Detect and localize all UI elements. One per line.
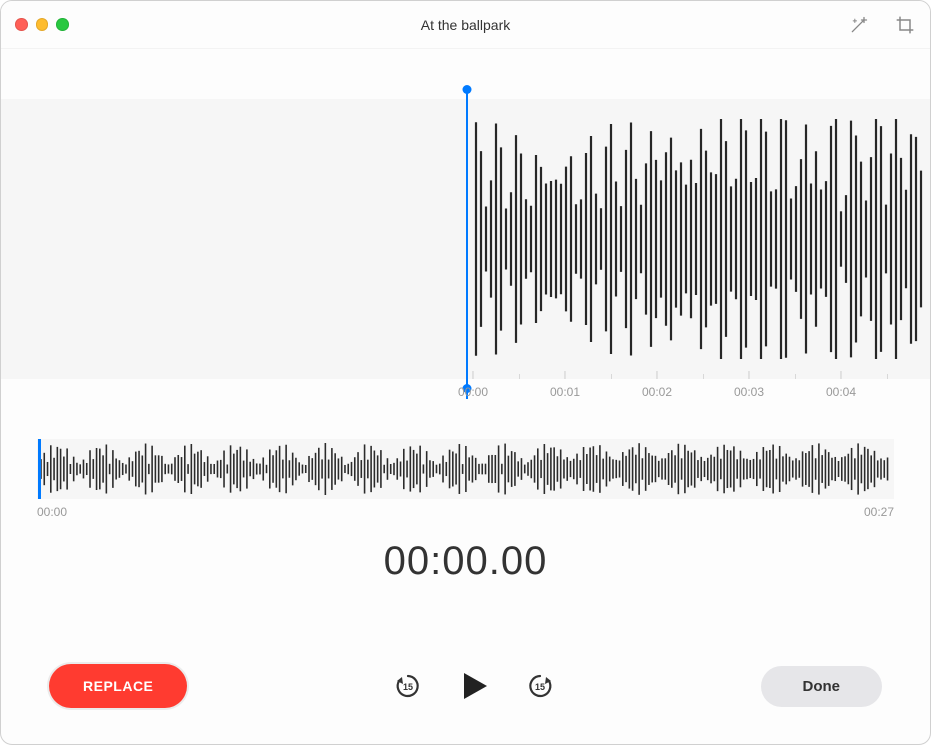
play-button[interactable] [457, 669, 491, 703]
timeline-ticks: 00:00 00:01 00:02 00:03 00:04 [1, 367, 930, 399]
tick-label: 00:04 [826, 385, 856, 399]
overview-strip: 00:00 00:27 [37, 439, 894, 519]
overview-waveform-svg [37, 439, 894, 499]
overview-start-time: 00:00 [37, 505, 67, 519]
done-button[interactable]: Done [761, 666, 883, 707]
minimize-window-button[interactable] [36, 18, 49, 31]
tick-label: 00:00 [458, 385, 488, 399]
svg-text:15: 15 [403, 682, 413, 692]
titlebar: At the ballpark [1, 1, 930, 49]
overview-times: 00:00 00:27 [37, 505, 894, 519]
close-window-button[interactable] [15, 18, 28, 31]
skip-forward-15-button[interactable]: 15 [525, 671, 555, 701]
enhance-recording-button[interactable] [848, 14, 870, 36]
tick-label: 00:01 [550, 385, 580, 399]
overview-playhead[interactable] [38, 439, 41, 499]
trim-button[interactable] [894, 14, 916, 36]
playhead[interactable] [466, 89, 468, 399]
zoom-window-button[interactable] [56, 18, 69, 31]
skip-back-15-button[interactable]: 15 [393, 671, 423, 701]
tick-label: 00:03 [734, 385, 764, 399]
bottom-controls: REPLACE 15 [1, 664, 930, 744]
current-time-display: 00:00.00 [1, 539, 930, 584]
enhance-icon [849, 15, 869, 35]
play-icon [457, 669, 491, 703]
overview-waveform[interactable] [37, 439, 894, 499]
window-title: At the ballpark [1, 17, 930, 33]
crop-icon [895, 15, 915, 35]
playback-controls: 15 15 [393, 669, 555, 703]
svg-text:15: 15 [535, 682, 545, 692]
main-waveform [472, 109, 931, 369]
skip-forward-icon: 15 [525, 671, 555, 701]
tick-label: 00:02 [642, 385, 672, 399]
overview-end-time: 00:27 [864, 505, 894, 519]
voice-memos-edit-window: At the ballpark [0, 0, 931, 745]
main-waveform-area[interactable]: 00:00 00:01 00:02 00:03 00:04 [1, 89, 930, 399]
traffic-lights [15, 18, 69, 31]
skip-back-icon: 15 [393, 671, 423, 701]
replace-button[interactable]: REPLACE [49, 664, 187, 708]
